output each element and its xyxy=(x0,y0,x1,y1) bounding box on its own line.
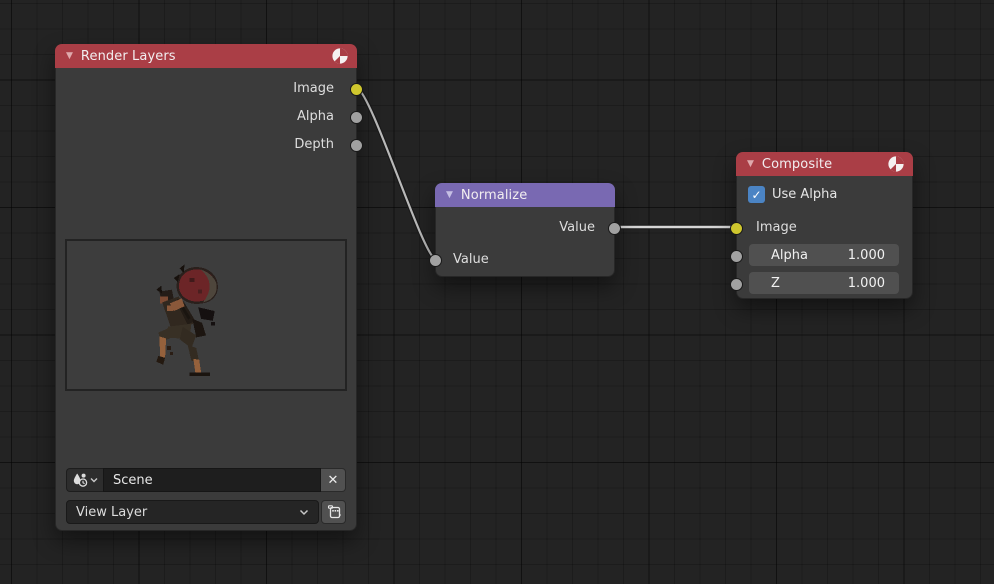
output-label-depth: Depth xyxy=(294,135,334,155)
output-label-value: Value xyxy=(559,218,595,238)
socket-image-output[interactable] xyxy=(350,83,363,96)
node-title: Render Layers xyxy=(81,49,176,64)
check-icon: ✓ xyxy=(751,189,761,201)
scene-icon xyxy=(72,472,89,489)
use-alpha-checkbox[interactable]: ✓ xyxy=(748,186,765,203)
collapse-arrow-icon[interactable]: ▼ xyxy=(66,52,73,61)
render-result-sphere-icon xyxy=(887,155,905,173)
node-title: Normalize xyxy=(461,188,527,203)
normalize-header[interactable]: ▼ Normalize xyxy=(435,183,615,207)
close-icon: ✕ xyxy=(328,473,339,488)
composite-header[interactable]: ▼ Composite xyxy=(736,152,913,176)
node-editor-canvas[interactable]: ▼ Render Layers Image Alpha Depth xyxy=(0,0,994,584)
noodle-image-to-normalize[interactable] xyxy=(357,88,435,259)
socket-z-input[interactable] xyxy=(730,278,743,291)
view-layer-value: View Layer xyxy=(76,505,147,520)
view-layer-select[interactable]: View Layer xyxy=(66,500,319,524)
z-field-value: 1.000 xyxy=(848,276,885,291)
socket-alpha-input[interactable] xyxy=(730,250,743,263)
output-label-alpha: Alpha xyxy=(297,107,334,127)
collapse-arrow-icon[interactable]: ▼ xyxy=(446,191,453,200)
render-preview-image xyxy=(65,239,347,391)
alpha-field-label: Alpha xyxy=(763,248,808,263)
socket-image-input[interactable] xyxy=(730,222,743,235)
z-value-field[interactable]: Z 1.000 xyxy=(749,272,899,294)
collapse-arrow-icon[interactable]: ▼ xyxy=(747,160,754,169)
render-layers-icon xyxy=(326,504,342,520)
socket-depth-output[interactable] xyxy=(350,139,363,152)
use-alpha-label: Use Alpha xyxy=(772,187,837,202)
node-normalize[interactable]: ▼ Normalize Value Value xyxy=(435,183,615,277)
alpha-field-value: 1.000 xyxy=(848,248,885,263)
preview-character-image xyxy=(67,241,345,389)
input-label-image: Image xyxy=(756,218,797,238)
scene-name-value: Scene xyxy=(113,473,153,488)
render-layers-header[interactable]: ▼ Render Layers xyxy=(55,44,357,68)
alpha-value-field[interactable]: Alpha 1.000 xyxy=(749,244,899,266)
socket-alpha-output[interactable] xyxy=(350,111,363,124)
chevron-down-icon xyxy=(90,477,98,483)
socket-value-output[interactable] xyxy=(608,222,621,235)
render-single-layer-button[interactable] xyxy=(321,500,346,524)
render-result-sphere-icon xyxy=(331,47,349,65)
node-title: Composite xyxy=(762,157,832,172)
chevron-down-icon xyxy=(299,509,309,516)
output-label-image: Image xyxy=(293,79,334,99)
scene-browse-button[interactable] xyxy=(66,468,103,492)
z-field-label: Z xyxy=(763,276,780,291)
scene-name-field[interactable]: Scene xyxy=(103,468,321,492)
node-render-layers[interactable]: ▼ Render Layers Image Alpha Depth xyxy=(55,44,357,531)
node-composite[interactable]: ▼ Composite ✓ Use Alpha Image Alpha 1.00… xyxy=(736,152,913,299)
input-label-value: Value xyxy=(453,250,489,270)
socket-value-input[interactable] xyxy=(429,254,442,267)
scene-unlink-button[interactable]: ✕ xyxy=(321,468,346,492)
